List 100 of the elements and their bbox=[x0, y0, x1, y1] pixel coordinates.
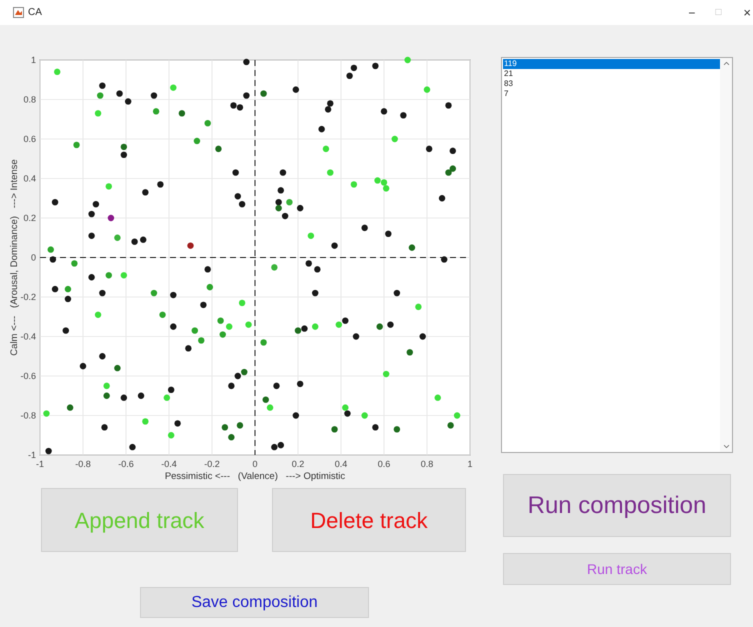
data-point bbox=[385, 230, 392, 237]
tick-label: 0.4 bbox=[334, 459, 348, 469]
data-point bbox=[331, 426, 338, 433]
data-point bbox=[92, 200, 100, 208]
data-point bbox=[120, 394, 128, 401]
scroll-down-icon[interactable] bbox=[722, 442, 730, 451]
data-point bbox=[406, 349, 413, 356]
data-point bbox=[243, 92, 250, 99]
close-button[interactable]: × bbox=[743, 2, 751, 22]
data-point bbox=[438, 195, 446, 202]
data-point bbox=[178, 110, 186, 117]
axis-label: Calm <--- (Arousal, Dominance) ---> Intense bbox=[9, 159, 20, 356]
data-point bbox=[382, 370, 390, 378]
tick-label: 0.6 bbox=[378, 459, 390, 469]
data-point bbox=[238, 300, 246, 306]
data-point bbox=[441, 256, 448, 263]
data-point bbox=[114, 234, 121, 241]
data-point bbox=[394, 290, 400, 296]
data-point bbox=[434, 394, 441, 401]
data-point bbox=[106, 272, 112, 278]
data-point bbox=[454, 412, 460, 419]
data-point bbox=[400, 112, 407, 118]
list-item[interactable]: 83 bbox=[503, 79, 720, 89]
data-point bbox=[157, 181, 164, 188]
tick-label: -0.2 bbox=[204, 459, 220, 469]
minimize-button[interactable]: − bbox=[688, 4, 696, 22]
data-point bbox=[50, 256, 56, 263]
data-point bbox=[43, 410, 50, 417]
data-point bbox=[66, 404, 74, 411]
tick-label: 1 bbox=[468, 459, 472, 469]
tick-label: -1 bbox=[36, 459, 44, 469]
data-point bbox=[120, 272, 128, 278]
tick-label: 0.4 bbox=[23, 174, 36, 184]
data-point bbox=[392, 136, 398, 142]
data-point bbox=[138, 392, 144, 399]
data-point bbox=[198, 337, 204, 344]
data-point bbox=[204, 266, 211, 273]
data-point bbox=[140, 236, 146, 243]
data-point bbox=[64, 296, 72, 302]
data-point bbox=[271, 264, 278, 271]
data-point bbox=[94, 312, 102, 318]
data-point bbox=[447, 422, 454, 429]
data-point bbox=[327, 169, 334, 176]
data-point bbox=[228, 382, 235, 390]
list-item[interactable]: 7 bbox=[503, 89, 720, 99]
data-point bbox=[380, 108, 388, 115]
app-icon bbox=[13, 7, 24, 18]
tick-label: -0.8 bbox=[20, 410, 36, 420]
data-point bbox=[450, 148, 456, 154]
data-point bbox=[426, 146, 432, 152]
data-point bbox=[129, 444, 136, 450]
data-point bbox=[217, 318, 224, 324]
run-composition-button[interactable]: Run composition bbox=[503, 474, 731, 537]
data-point bbox=[64, 286, 72, 292]
tick-label: -1 bbox=[28, 450, 36, 460]
save-composition-button[interactable]: Save composition bbox=[140, 587, 369, 618]
data-point bbox=[48, 246, 54, 253]
scroll-up-icon[interactable] bbox=[722, 59, 730, 68]
window-title: CA bbox=[28, 6, 42, 20]
data-point bbox=[99, 353, 106, 360]
list-item[interactable]: 21 bbox=[503, 69, 720, 79]
data-point bbox=[352, 333, 360, 340]
data-point bbox=[312, 290, 318, 296]
data-point bbox=[445, 102, 452, 109]
data-point bbox=[106, 183, 112, 190]
data-point bbox=[99, 82, 106, 89]
data-point bbox=[394, 426, 400, 433]
data-point bbox=[170, 323, 176, 330]
data-point bbox=[312, 323, 318, 330]
tick-label: -0.4 bbox=[161, 459, 177, 469]
data-point bbox=[99, 290, 106, 296]
data-point bbox=[45, 448, 52, 454]
data-point bbox=[170, 84, 176, 91]
data-point bbox=[361, 412, 368, 419]
tick-label: -0.6 bbox=[118, 459, 134, 469]
list-item[interactable]: 119 bbox=[503, 59, 720, 69]
data-point bbox=[94, 110, 102, 117]
data-point bbox=[243, 58, 250, 66]
data-point bbox=[228, 434, 235, 440]
data-point bbox=[174, 420, 181, 427]
data-point bbox=[424, 86, 430, 93]
data-point bbox=[97, 92, 104, 99]
data-point bbox=[408, 244, 416, 251]
scrollbar[interactable] bbox=[720, 58, 732, 452]
data-point bbox=[80, 362, 86, 370]
data-point bbox=[192, 327, 198, 334]
data-point bbox=[131, 238, 138, 245]
data-point bbox=[260, 339, 267, 346]
data-point bbox=[296, 380, 304, 388]
tick-label: 0.6 bbox=[23, 134, 36, 144]
data-point bbox=[114, 364, 121, 372]
data-point bbox=[152, 108, 160, 115]
data-point bbox=[73, 142, 80, 148]
data-point bbox=[168, 432, 174, 438]
data-point bbox=[62, 327, 69, 334]
data-point bbox=[361, 224, 368, 232]
data-point bbox=[296, 204, 304, 212]
data-point bbox=[260, 90, 267, 97]
data-point bbox=[236, 422, 244, 429]
tick-label: -0.4 bbox=[20, 332, 36, 342]
